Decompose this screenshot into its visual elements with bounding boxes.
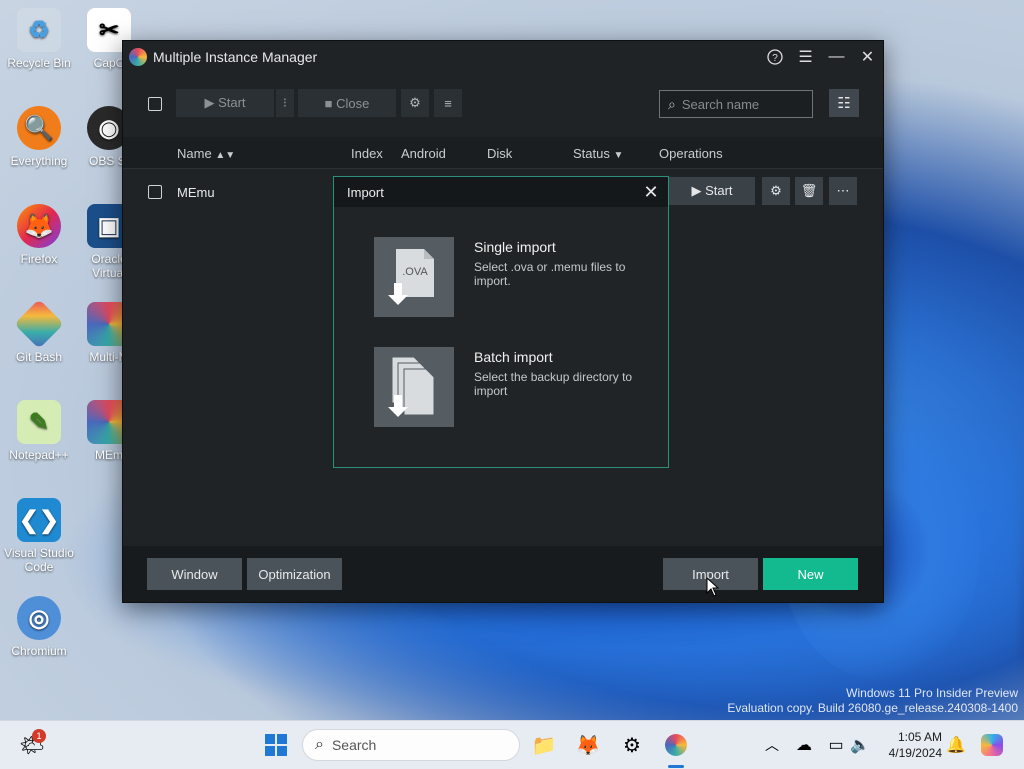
minimize-icon[interactable]: — <box>821 41 852 73</box>
column-index: Index <box>351 146 383 161</box>
watermark-line-1: Windows 11 Pro Insider Preview <box>846 686 1018 700</box>
toolbar: ▶ Start ⁝ ■ Close ⚙ ≡ ⌕ Search name ☷ <box>123 89 883 119</box>
single-import-option[interactable]: .OVA Single import Select .ova or .memu … <box>374 237 654 317</box>
column-operations: Operations <box>659 146 723 161</box>
multi-memu-taskbar-icon[interactable] <box>660 729 692 761</box>
search-icon: ⌕ <box>668 95 676 112</box>
instance-delete-icon[interactable]: 🗑 <box>795 177 823 205</box>
firefox-taskbar-icon[interactable]: 🦊 <box>572 729 604 761</box>
column-status-label: Status <box>573 146 610 161</box>
taskbar-search-icon: ⌕ <box>315 736 324 753</box>
desktop-icon-label: Everything <box>10 154 68 168</box>
firefox-icon: 🦊 <box>17 204 61 248</box>
list-view-icon[interactable]: ☷ <box>829 89 859 117</box>
close-all-button[interactable]: ■ Close <box>298 89 396 117</box>
ova-badge: .OVA <box>402 266 428 278</box>
desktop-icon-vscode[interactable]: ❮❯ Visual Studio Code <box>1 498 77 574</box>
settings-gear-icon[interactable]: ⚙ <box>401 89 429 117</box>
system-clock[interactable]: 1:05 AM 4/19/2024 <box>880 729 942 761</box>
desktop-icon-label: Recycle Bin <box>7 56 71 70</box>
dialog-titlebar: Import <box>334 177 668 207</box>
column-name[interactable]: Name ▲▼ <box>177 146 235 161</box>
copilot-icon[interactable] <box>976 729 1008 761</box>
dialog-title: Import <box>347 184 384 200</box>
bottom-bar: Window Optimization Import New <box>123 546 883 602</box>
row-checkbox[interactable] <box>148 185 162 199</box>
instance-start-button[interactable]: ▶ Start <box>669 177 755 205</box>
window-title: Multiple Instance Manager <box>153 49 318 65</box>
batch-import-title: Batch import <box>474 349 553 365</box>
search-placeholder: Search name <box>681 96 760 112</box>
desktop-icon-label: Visual Studio Code <box>4 546 74 574</box>
settings-taskbar-icon[interactable]: ⚙ <box>616 729 648 761</box>
show-hidden-icons-chevron-icon[interactable]: ︿ <box>756 729 788 761</box>
help-icon[interactable]: ? <box>759 41 790 73</box>
column-disk: Disk <box>487 146 513 161</box>
onedrive-icon[interactable]: ☁ <box>788 729 820 761</box>
recycle-bin-icon: ♻ <box>17 8 61 52</box>
column-android: Android <box>401 146 446 161</box>
desktop-icon-everything[interactable]: 🔍 Everything <box>1 106 77 168</box>
sort-list-icon[interactable]: ≡ <box>434 89 462 117</box>
column-name-label: Name <box>177 146 212 161</box>
desktop-icon-label: Notepad++ <box>9 448 69 462</box>
desktop-icon-git-bash[interactable]: Git Bash <box>1 299 77 364</box>
desktop-icon-label: Git Bash <box>15 350 63 364</box>
column-status[interactable]: Status ▼ <box>573 146 623 161</box>
taskbar-search-input[interactable]: ⌕ Search <box>302 729 520 761</box>
table-header: Name ▲▼ Index Android Disk Status ▼ Oper… <box>123 137 883 169</box>
dialog-close-icon[interactable]: ✕ <box>640 181 662 203</box>
import-dialog: Import ✕ .OVA Single import Select .ova … <box>333 176 669 468</box>
batch-files-icon <box>374 347 454 427</box>
volume-icon[interactable]: 🔈 <box>844 729 876 761</box>
close-window-icon[interactable]: ✕ <box>852 41 883 73</box>
desktop-icon-notepad-plus-plus[interactable]: ✎ Notepad++ <box>1 400 77 462</box>
sort-icon: ▲▼ <box>215 150 236 161</box>
instance-settings-icon[interactable]: ⚙ <box>762 177 790 205</box>
batch-import-option[interactable]: Batch import Select the backup directory… <box>374 347 654 427</box>
single-import-title: Single import <box>474 239 556 255</box>
desktop-icon-firefox[interactable]: 🦊 Firefox <box>1 204 77 266</box>
instance-more-icon[interactable]: ⋯ <box>829 177 857 205</box>
new-button[interactable]: New <box>763 558 858 590</box>
everything-icon: 🔍 <box>17 106 61 150</box>
file-explorer-icon[interactable]: 📁 <box>528 729 560 761</box>
git-bash-icon <box>14 299 64 349</box>
clock-date: 4/19/2024 <box>888 746 942 760</box>
menu-icon[interactable]: ☰ <box>790 41 821 73</box>
filter-icon: ▼ <box>613 150 624 161</box>
desktop-icon-label: Firefox <box>20 252 58 266</box>
start-options-button[interactable]: ⁝ <box>276 89 294 117</box>
instance-name: MEmu <box>177 185 215 200</box>
app-logo-icon <box>129 48 147 66</box>
optimization-button[interactable]: Optimization <box>247 558 342 590</box>
mouse-cursor-icon <box>706 577 720 597</box>
windows-watermark: Windows 11 Pro Insider Preview Evaluatio… <box>727 686 1018 716</box>
window-titlebar[interactable]: Multiple Instance Manager ? ☰ — ✕ <box>123 41 883 73</box>
select-all-checkbox[interactable] <box>148 97 162 111</box>
desktop-icon-recycle-bin[interactable]: ♻ Recycle Bin <box>1 8 77 70</box>
taskbar: 🌤 1 ⌕ Search 📁 🦊 ⚙ ︿ ☁ ▭ 🔈 1:05 AM 4/19/… <box>0 720 1024 769</box>
chromium-icon: ◎ <box>17 596 61 640</box>
single-import-description: Select .ova or .memu files to import. <box>474 260 626 288</box>
clock-time: 1:05 AM <box>897 730 942 744</box>
taskbar-search-placeholder: Search <box>331 737 377 753</box>
watermark-line-2: Evaluation copy. Build 26080.ge_release.… <box>727 701 1018 715</box>
start-all-button[interactable]: ▶ Start <box>176 89 274 117</box>
notepad-plus-plus-icon: ✎ <box>17 400 61 444</box>
start-menu-icon[interactable] <box>260 729 292 761</box>
vscode-icon: ❮❯ <box>17 498 61 542</box>
ova-file-icon: .OVA <box>374 237 454 317</box>
search-input[interactable]: ⌕ Search name <box>659 90 813 118</box>
batch-import-description: Select the backup directory to import <box>474 370 633 398</box>
svg-text:?: ? <box>772 53 778 64</box>
notifications-bell-icon[interactable]: 🔔 <box>940 729 972 761</box>
weather-badge: 1 <box>32 729 46 743</box>
desktop-icon-chromium[interactable]: ◎ Chromium <box>1 596 77 658</box>
desktop-icon-label: Chromium <box>11 644 67 658</box>
window-button[interactable]: Window <box>147 558 242 590</box>
